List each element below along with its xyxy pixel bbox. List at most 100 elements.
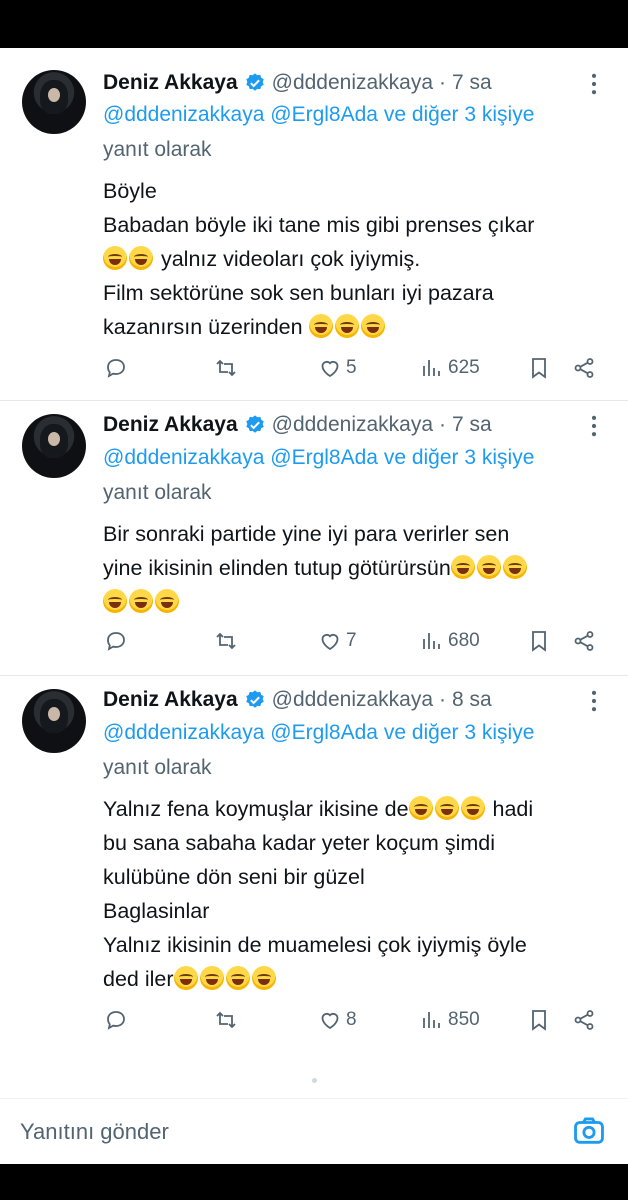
like-count: 8 [346,1009,357,1030]
more-dots-icon[interactable] [580,412,608,440]
like-count: 7 [346,630,357,651]
tweet-line-text: ded iler [103,967,174,991]
more-dots-icon[interactable] [580,687,608,715]
navigation-bar [0,1164,628,1200]
camera-icon[interactable] [572,1114,606,1148]
laughing-emoji-icon [129,246,153,270]
views-bar-chart-icon [423,360,440,376]
reply-input[interactable]: Yanıtını gönder [20,1119,169,1145]
like-button[interactable]: 5 [318,351,357,385]
laughing-emoji-icon [476,555,501,579]
heart-icon [321,633,339,651]
tweet-line: Babadan böyle iki tane mis gibi prenses … [103,213,535,237]
tweet-line-text: yalnız videoları çok iyiymiş. [155,247,421,271]
tweet-actions: 5 625 [0,351,628,385]
tweet-line: bu sana sabaha kadar yeter koçum şimdi [103,831,495,855]
share-button[interactable] [572,351,596,385]
tweet-text: Yalnız fena koymuşlar ikisine de hadi bu… [103,792,613,996]
like-button[interactable]: 7 [318,624,357,658]
share-button[interactable] [572,1003,596,1037]
views-bar-chart-icon [423,1012,440,1028]
share-button[interactable] [572,624,596,658]
laughing-emoji-icon [103,246,127,270]
retweet-button[interactable] [214,1003,242,1037]
laughing-emoji-icon [199,966,224,990]
author-name[interactable]: Deniz Akkaya [103,688,238,712]
avatar[interactable] [22,689,86,753]
separator-dot: · [439,688,447,711]
tweet[interactable]: Deniz Akkaya @dddenizakkaya · 7 sa @ddde… [0,400,628,676]
retweet-icon [216,1011,236,1029]
tweet-line-text: kazanırsın üzerinden [103,315,303,339]
heart-icon [321,1012,339,1030]
bookmark-button[interactable] [527,351,551,385]
tweet-line: yalnız videoları çok iyiymiş. [103,242,613,276]
retweet-button[interactable] [214,351,242,385]
tweet[interactable]: Deniz Akkaya @dddenizakkaya · 8 sa @ddde… [0,675,628,1065]
laughing-emoji-icon [408,796,433,820]
tweet-line: kulübüne dön seni bir güzel [103,865,365,889]
reply-button[interactable] [104,624,132,658]
retweet-button[interactable] [214,624,242,658]
laughing-emoji-icon [434,796,459,820]
tweet-time[interactable]: 8 sa [452,688,492,712]
separator-dot: · [439,413,447,436]
reply-button[interactable] [104,1003,132,1037]
retweet-icon [216,359,236,377]
reply-mentions[interactable]: @dddenizakkaya @Ergl8Ada [103,446,378,469]
verified-badge-icon [245,415,264,433]
tweet-line: Bir sonraki partide yine iyi para verirl… [103,522,510,546]
like-button[interactable]: 8 [318,1003,357,1037]
author-handle[interactable]: @dddenizakkaya [272,71,433,95]
reply-mentions[interactable]: @dddenizakkaya @Ergl8Ada [103,103,378,126]
author-handle[interactable]: @dddenizakkaya [272,688,433,712]
bookmark-button[interactable] [527,624,551,658]
views-bar-chart-icon [423,633,440,649]
tweet-line: Böyle [103,179,157,203]
views-button[interactable]: 680 [420,624,480,658]
view-count: 850 [448,1009,480,1030]
reply-to-line[interactable]: @dddenizakkaya @Ergl8Ada ve diğer 3 kişi… [103,446,534,470]
views-button[interactable]: 850 [420,1003,480,1037]
heart-icon [321,360,339,378]
reply-others[interactable]: ve diğer 3 kişiye [384,446,535,469]
tweet-line [103,585,613,619]
reply-to-suffix: yanıt olarak [103,481,212,504]
laughing-emoji-icon [225,966,250,990]
reply-mentions[interactable]: @dddenizakkaya @Ergl8Ada [103,721,378,744]
laughing-emoji-icon [103,589,127,613]
avatar[interactable] [22,70,86,134]
reply-to-line[interactable]: @dddenizakkaya @Ergl8Ada ve diğer 3 kişi… [103,103,534,127]
like-count: 5 [346,357,357,378]
tweet-text: Bir sonraki partide yine iyi para verirl… [103,517,613,619]
tweet-line: Yalnız fena koymuşlar ikisine de hadi [103,792,613,826]
avatar[interactable] [22,414,86,478]
bookmark-icon [532,358,546,379]
tweet[interactable]: Deniz Akkaya @dddenizakkaya · 7 sa @ddde… [0,48,628,401]
bookmark-button[interactable] [527,1003,551,1037]
reply-button[interactable] [104,351,132,385]
tweet-line-text: Yalnız fena koymuşlar ikisine de [103,797,409,821]
author-name[interactable]: Deniz Akkaya [103,71,238,95]
reply-composer[interactable]: Yanıtını gönder [0,1098,628,1165]
laughing-emoji-icon [308,314,333,338]
tweet-time[interactable]: 7 sa [452,413,492,437]
views-button[interactable]: 625 [420,351,480,385]
reply-bubble-icon [107,632,125,651]
reply-to-line[interactable]: @dddenizakkaya @Ergl8Ada ve diğer 3 kişi… [103,721,534,745]
author-name[interactable]: Deniz Akkaya [103,413,238,437]
share-icon [574,631,594,651]
laughing-emoji-icon [129,589,153,613]
retweet-icon [216,632,236,650]
tweet-line: Yalnız ikisinin de muamelesi çok iyiymiş… [103,933,527,957]
tweet-actions: 7 680 [0,624,628,658]
laughing-emoji-icon [251,966,276,990]
tweet-time[interactable]: 7 sa [452,71,492,95]
verified-badge-icon [245,690,264,708]
laughing-emoji-icon [460,796,485,820]
reply-others[interactable]: ve diğer 3 kişiye [384,103,535,126]
separator-dot: · [439,71,447,94]
reply-others[interactable]: ve diğer 3 kişiye [384,721,535,744]
author-handle[interactable]: @dddenizakkaya [272,413,433,437]
more-dots-icon[interactable] [580,70,608,98]
